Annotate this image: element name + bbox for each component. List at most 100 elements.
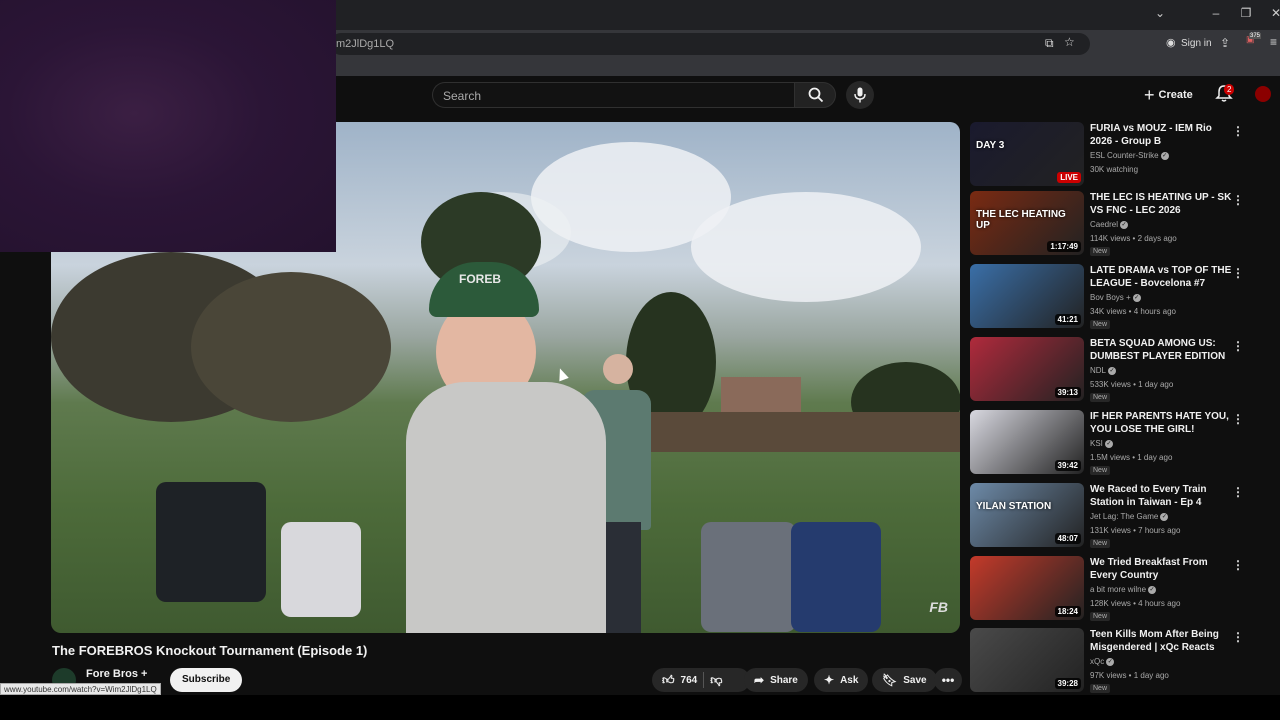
recommendation-title[interactable]: BETA SQUAD AMONG US: DUMBEST PLAYER EDIT… [1090, 337, 1232, 363]
minimize-icon[interactable]: – [1206, 6, 1226, 20]
more-vertical-icon[interactable]: ⋮ [1232, 630, 1244, 644]
duration-badge: 41:21 [1054, 314, 1081, 325]
recommendation-item[interactable]: YILAN STATION 48:07 We Raced to Every Trai… [970, 483, 1260, 549]
recommendation-meta: 131K views • 7 hours ago [1090, 526, 1181, 535]
more-vertical-icon[interactable]: ⋮ [1232, 558, 1244, 572]
recommendation-channel[interactable]: Bov Boys + ✓ [1090, 293, 1141, 302]
person-shirt [406, 382, 606, 633]
sign-in-button[interactable]: Sign in [1181, 38, 1212, 49]
thumbnail-text: DAY 3 [976, 140, 1005, 151]
recommendation-item[interactable]: THE LEC HEATING UP 1:17:49 THE LEC IS HEAT… [970, 191, 1260, 257]
ask-button[interactable]: ✦ Ask [814, 668, 869, 692]
recommendation-item[interactable]: 41:21 LATE DRAMA vs TOP OF THE LEAGUE - B… [970, 264, 1260, 330]
recommendation-item[interactable]: 18:24 We Tried Breakfast From Every Count… [970, 556, 1260, 622]
video-thumbnail[interactable]: 41:21 [970, 264, 1084, 328]
duration-badge: 39:13 [1054, 387, 1081, 398]
recommendation-channel[interactable]: Jet Lag: The Game ✓ [1090, 512, 1169, 521]
address-bar[interactable]: m2JlDg1LQ [330, 33, 1090, 55]
install-app-icon[interactable]: ⧉ [1045, 36, 1054, 51]
recommendation-title[interactable]: We Raced to Every Train Station in Taiwa… [1090, 483, 1232, 509]
close-icon[interactable]: ✕ [1266, 6, 1280, 20]
link-hover-status: www.youtube.com/watch?v=Wim2JlDg1LQ [0, 683, 161, 695]
channel-name-text: Caedrel [1090, 220, 1119, 229]
person-head [603, 354, 633, 384]
plus-icon: + [1144, 85, 1155, 105]
dislike-button[interactable]: 👎︎ [710, 673, 722, 688]
channel-name-text: ESL Counter-Strike [1090, 151, 1159, 160]
recommendation-channel[interactable]: KSI ✓ [1090, 439, 1113, 448]
new-badge: New [1090, 247, 1111, 256]
recommendation-title[interactable]: FURIA vs MOUZ - IEM Rio 2026 - Group B [1090, 122, 1232, 148]
recommendation-channel[interactable]: ESL Counter-Strike ✓ [1090, 151, 1169, 160]
subscribe-button[interactable]: Subscribe [170, 668, 243, 692]
url-text: m2JlDg1LQ [336, 38, 395, 50]
verified-check-icon: ✓ [1106, 657, 1115, 666]
video-thumbnail[interactable]: 39:28 [970, 628, 1084, 692]
more-vertical-icon[interactable]: ⋮ [1232, 412, 1244, 426]
channel-name-text: a bit more wilne [1090, 585, 1147, 594]
more-vertical-icon[interactable]: ⋮ [1232, 193, 1244, 207]
bookmark-star-icon[interactable]: ☆ [1064, 35, 1075, 49]
share-button[interactable]: ➦ Share [744, 668, 808, 692]
menu-icon[interactable]: ≡ [1270, 35, 1277, 49]
more-vertical-icon[interactable]: ⋮ [1232, 124, 1244, 138]
video-thumbnail[interactable]: YILAN STATION 48:07 [970, 483, 1084, 547]
recommendation-title[interactable]: THE LEC IS HEATING UP - SK VS FNC - LEC … [1090, 191, 1232, 217]
like-count: 764 [680, 674, 698, 686]
thumbs-up-icon: 👍︎ [662, 672, 675, 687]
video-thumbnail[interactable]: 39:13 [970, 337, 1084, 401]
video-thumbnail[interactable]: 18:24 [970, 556, 1084, 620]
recommendation-meta: 114K views • 2 days ago [1090, 234, 1177, 243]
create-button[interactable]: + Create [1144, 84, 1193, 106]
verified-check-icon: ✓ [1104, 439, 1113, 448]
mouse-cursor [555, 366, 569, 382]
golf-bag [791, 522, 881, 632]
channel-name-text: xQc [1090, 657, 1105, 666]
voice-search-button[interactable] [846, 81, 874, 109]
search-button[interactable] [794, 82, 836, 108]
recommendation-item[interactable]: 39:28 Teen Kills Mom After Being Misgende… [970, 628, 1260, 694]
more-vertical-icon[interactable]: ⋮ [1232, 266, 1244, 280]
verified-check-icon: ✓ [1132, 293, 1141, 302]
more-vertical-icon[interactable]: ⋮ [1232, 485, 1244, 499]
video-title: The FOREBROS Knockout Tournament (Episod… [52, 643, 368, 658]
recommendation-channel[interactable]: Caedrel ✓ [1090, 220, 1129, 229]
video-thumbnail[interactable]: DAY 3 LIVE [970, 122, 1084, 186]
verified-check-icon: ✓ [1160, 151, 1169, 160]
recommendation-title[interactable]: Teen Kills Mom After Being Misgendered |… [1090, 628, 1232, 654]
duration-badge: 39:28 [1054, 678, 1081, 689]
bare-tree [191, 272, 391, 422]
recommendation-channel[interactable]: a bit more wilne ✓ [1090, 585, 1157, 594]
recommendation-item[interactable]: 39:13 BETA SQUAD AMONG US: DUMBEST PLAYER… [970, 337, 1260, 403]
channel-name[interactable]: Fore Bros + [86, 668, 147, 680]
recommendation-title[interactable]: IF HER PARENTS HATE YOU, YOU LOSE THE GI… [1090, 410, 1232, 436]
save-button[interactable]: 🔖︎ Save [872, 668, 937, 692]
recommendation-channel[interactable]: xQc ✓ [1090, 657, 1115, 666]
recommendation-title[interactable]: LATE DRAMA vs TOP OF THE LEAGUE - Bovcel… [1090, 264, 1232, 290]
share-arrow-icon: ➦ [754, 673, 765, 687]
more-actions-button[interactable]: ••• [934, 668, 962, 692]
account-avatar[interactable] [1255, 86, 1271, 102]
like-dislike-group: 👍︎ 764 👎︎ [652, 668, 750, 692]
share-label: Share [770, 674, 798, 686]
share-page-icon[interactable]: ⇪ [1220, 36, 1230, 50]
chevron-down-icon[interactable]: ⌄ [1150, 6, 1170, 20]
more-vertical-icon[interactable]: ⋮ [1232, 339, 1244, 353]
search-input[interactable] [443, 89, 773, 103]
recommendation-item[interactable]: DAY 3 LIVE FURIA vs MOUZ - IEM Rio 2026 - … [970, 122, 1260, 188]
like-button[interactable]: 👍︎ 764 [662, 673, 697, 688]
verified-check-icon: ✓ [1120, 220, 1129, 229]
video-thumbnail[interactable]: 39:42 [970, 410, 1084, 474]
restore-icon[interactable]: ❐ [1236, 6, 1256, 20]
recommendation-item[interactable]: 39:42 IF HER PARENTS HATE YOU, YOU LOSE T… [970, 410, 1260, 476]
recommendation-title[interactable]: We Tried Breakfast From Every Country [1090, 556, 1232, 582]
video-thumbnail[interactable]: THE LEC HEATING UP 1:17:49 [970, 191, 1084, 255]
save-label: Save [903, 674, 927, 686]
recommendation-channel[interactable]: NDL ✓ [1090, 366, 1117, 375]
extension-badge: 375 [1249, 33, 1262, 39]
search-icon [808, 87, 824, 103]
more-horizontal-icon: ••• [941, 673, 955, 687]
sky-cloud [691, 192, 921, 302]
thumbnail-text: THE LEC HEATING UP [976, 209, 1066, 231]
new-badge: New [1090, 539, 1111, 548]
